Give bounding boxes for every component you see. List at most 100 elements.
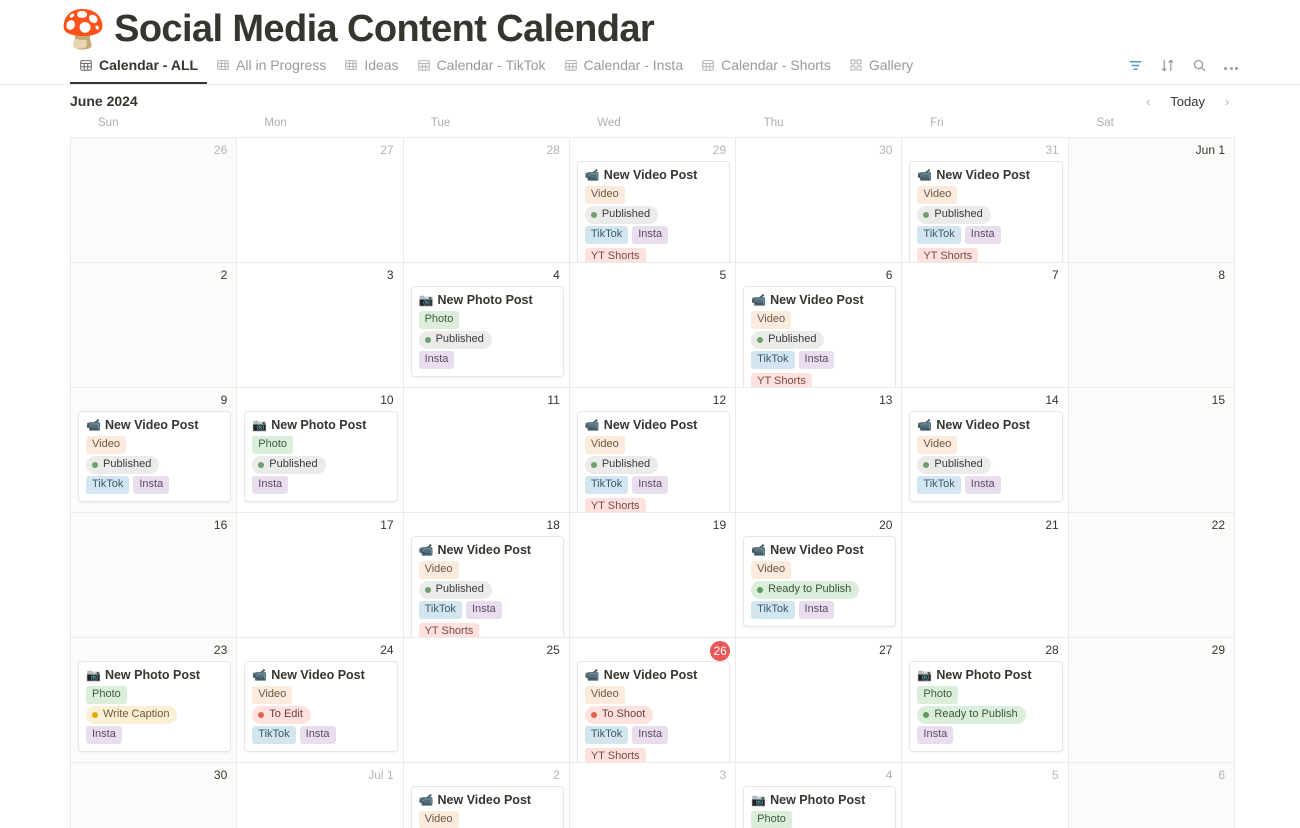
- event-type-tag: Video: [86, 436, 126, 454]
- calendar-day-cell[interactable]: 30: [71, 763, 238, 828]
- calendar-day-cell[interactable]: 2 📹 New Video Post Video: [403, 763, 570, 828]
- calendar-day-cell[interactable]: 7: [902, 263, 1069, 388]
- day-number: 2: [220, 268, 228, 282]
- search-icon[interactable]: [1192, 58, 1207, 78]
- day-number: 24: [380, 643, 394, 657]
- event-card[interactable]: 📹 New Video Post Video To Shoot TikTok Insta Y…: [576, 661, 731, 762]
- calendar-day-cell[interactable]: 27: [736, 638, 903, 763]
- day-number: 30: [879, 143, 893, 157]
- calendar-day-cell[interactable]: 4 📷 New Photo Post Photo: [736, 763, 903, 828]
- calendar-day-cell[interactable]: 2: [71, 263, 238, 388]
- event-card[interactable]: 📷 New Photo Post Photo Write Caption Insta: [78, 661, 232, 752]
- event-card[interactable]: 📹 New Video Post Video Ready to Publish TikT…: [743, 536, 897, 627]
- event-status-row: Write Caption: [86, 706, 223, 724]
- event-card[interactable]: 📹 New Video Post Video Published TikTok Insta: [78, 411, 232, 502]
- weekday-label-wed: Wed: [597, 117, 621, 129]
- today-button[interactable]: Today: [1161, 91, 1214, 112]
- calendar-day-cell[interactable]: 28: [403, 138, 570, 263]
- calendar-day-cell[interactable]: 30: [736, 138, 903, 263]
- event-card[interactable]: 📷 New Photo Post Photo Published Insta: [410, 286, 564, 377]
- calendar-day-cell[interactable]: 26: [71, 138, 238, 263]
- status-dot-icon: [92, 461, 98, 468]
- calendar-day-cell[interactable]: 27: [237, 138, 404, 263]
- calendar-day-cell[interactable]: 3: [569, 763, 737, 828]
- tab-ideas[interactable]: Ideas: [335, 52, 407, 84]
- more-icon[interactable]: [1224, 66, 1238, 70]
- calendar-day-cell[interactable]: 19: [569, 513, 737, 638]
- calendar-day-cell[interactable]: 21: [902, 513, 1069, 638]
- weekday-label-sun: Sun: [98, 117, 119, 129]
- calendar-day-cell[interactable]: 9 📹 New Video Post Video Published TikTok Inst…: [71, 388, 238, 513]
- calendar-day-cell[interactable]: Jun 1: [1068, 138, 1235, 263]
- tab-calendar-tiktok[interactable]: Calendar - TikTok: [408, 52, 555, 84]
- calendar-day-cell[interactable]: 18 📹 New Video Post Video Published TikTok Ins…: [403, 513, 570, 638]
- day-number: 20: [879, 518, 893, 532]
- calendar-day-cell[interactable]: 4 📷 New Photo Post Photo Published Insta: [403, 263, 570, 388]
- sort-icon[interactable]: [1160, 58, 1175, 78]
- calendar-day-cell[interactable]: 14 📹 New Video Post Video Published TikTok Ins…: [902, 388, 1069, 513]
- tab-calendar-insta[interactable]: Calendar - Insta: [555, 52, 693, 84]
- event-card[interactable]: 📹 New Video Post Video Published TikTok Insta…: [743, 286, 897, 387]
- calendar-day-cell[interactable]: 17: [237, 513, 404, 638]
- event-card[interactable]: 📷 New Photo Post Photo: [743, 786, 897, 828]
- calendar-day-cell[interactable]: 31 📹 New Video Post Video Published TikTok Ins…: [902, 138, 1069, 263]
- tab-gallery[interactable]: Gallery: [840, 52, 922, 84]
- status-label: Ready to Publish: [934, 708, 1018, 720]
- calendar-day-cell[interactable]: 5: [902, 763, 1069, 828]
- calendar-day-cell[interactable]: 29: [1068, 638, 1235, 763]
- event-title: 📷 New Photo Post: [917, 668, 1054, 682]
- platform-tag: YT Shorts: [584, 498, 646, 512]
- video-camera-icon: 📹: [252, 668, 268, 682]
- event-title-text: New Video Post: [603, 168, 698, 182]
- tab-all-in-progress[interactable]: All in Progress: [207, 52, 335, 84]
- event-card[interactable]: 📹 New Video Post Video Published TikTok Insta…: [576, 161, 731, 262]
- event-title: 📷 New Photo Post: [751, 793, 888, 807]
- calendar-day-cell[interactable]: 16: [71, 513, 238, 638]
- tab-calendar-all[interactable]: Calendar - ALL: [70, 52, 207, 84]
- event-card[interactable]: 📹 New Video Post Video Published TikTok Insta…: [410, 536, 564, 637]
- event-title-text: New Video Post: [770, 543, 864, 557]
- status-label: Published: [435, 583, 484, 595]
- weekday-label-tue: Tue: [430, 117, 451, 129]
- calendar-day-cell[interactable]: 25: [403, 638, 570, 763]
- day-number: 7: [1052, 268, 1059, 282]
- calendar-grid: 26 27 28 29 📹 New Video Post Video Published Tik…: [70, 137, 1235, 828]
- status-dot-icon: [757, 586, 764, 593]
- prev-month-button[interactable]: ‹: [1137, 90, 1159, 112]
- calendar-day-cell[interactable]: 10 📷 New Photo Post Photo Published Insta: [237, 388, 404, 513]
- calendar-day-cell[interactable]: 8: [1068, 263, 1235, 388]
- tab-calendar-shorts[interactable]: Calendar - Shorts: [692, 52, 840, 84]
- event-card[interactable]: 📷 New Photo Post Photo Published Insta: [244, 411, 398, 502]
- calendar-day-cell[interactable]: 28 📷 New Photo Post Photo Ready to Publish In…: [902, 638, 1069, 763]
- calendar-day-cell[interactable]: 13: [736, 388, 903, 513]
- event-card[interactable]: 📹 New Video Post Video Published TikTok Insta…: [909, 161, 1063, 262]
- calendar-day-cell[interactable]: 26 📹 New Video Post Video To Shoot TikTok Inst…: [569, 638, 737, 763]
- calendar-day-cell[interactable]: 6: [1068, 763, 1235, 828]
- calendar-day-cell[interactable]: 6 📹 New Video Post Video Published TikTok Inst…: [736, 263, 903, 388]
- event-card[interactable]: 📹 New Video Post Video To Edit TikTok Insta: [244, 661, 398, 752]
- next-month-button[interactable]: ›: [1216, 90, 1238, 112]
- event-card[interactable]: 📹 New Video Post Video: [410, 786, 564, 828]
- event-type-row: Video: [751, 311, 888, 329]
- event-card[interactable]: 📹 New Video Post Video Published TikTok Insta: [909, 411, 1063, 502]
- platform-tag: Insta: [86, 726, 122, 744]
- calendar-day-cell[interactable]: 3: [237, 263, 404, 388]
- event-title: 📹 New Video Post: [419, 793, 556, 807]
- platform-tag: Insta: [798, 601, 835, 619]
- event-card[interactable]: 📷 New Photo Post Photo Ready to Publish Inst…: [909, 661, 1063, 752]
- calendar-day-cell[interactable]: 11: [403, 388, 570, 513]
- video-camera-icon: 📹: [584, 418, 600, 432]
- calendar-day-cell[interactable]: 15: [1068, 388, 1235, 513]
- calendar-day-cell[interactable]: 23 📷 New Photo Post Photo Write Caption Insta: [71, 638, 238, 763]
- calendar-day-cell[interactable]: 12 📹 New Video Post Video Published TikTok Ins…: [569, 388, 737, 513]
- calendar-day-cell[interactable]: 5: [569, 263, 737, 388]
- calendar-day-cell[interactable]: Jul 1: [237, 763, 404, 828]
- calendar-day-cell[interactable]: 24 📹 New Video Post Video To Edit TikTok Insta: [237, 638, 404, 763]
- weekday-label-mon: Mon: [264, 117, 287, 129]
- filter-icon[interactable]: [1128, 58, 1143, 78]
- calendar-day-cell[interactable]: 29 📹 New Video Post Video Published TikTok Ins…: [569, 138, 737, 263]
- calendar-day-cell[interactable]: 20 📹 New Video Post Video Ready to Publish Ti…: [736, 513, 903, 638]
- calendar-day-cell[interactable]: 22: [1068, 513, 1235, 638]
- event-type-row: Video: [418, 811, 556, 828]
- event-card[interactable]: 📹 New Video Post Video Published TikTok Insta…: [576, 411, 731, 512]
